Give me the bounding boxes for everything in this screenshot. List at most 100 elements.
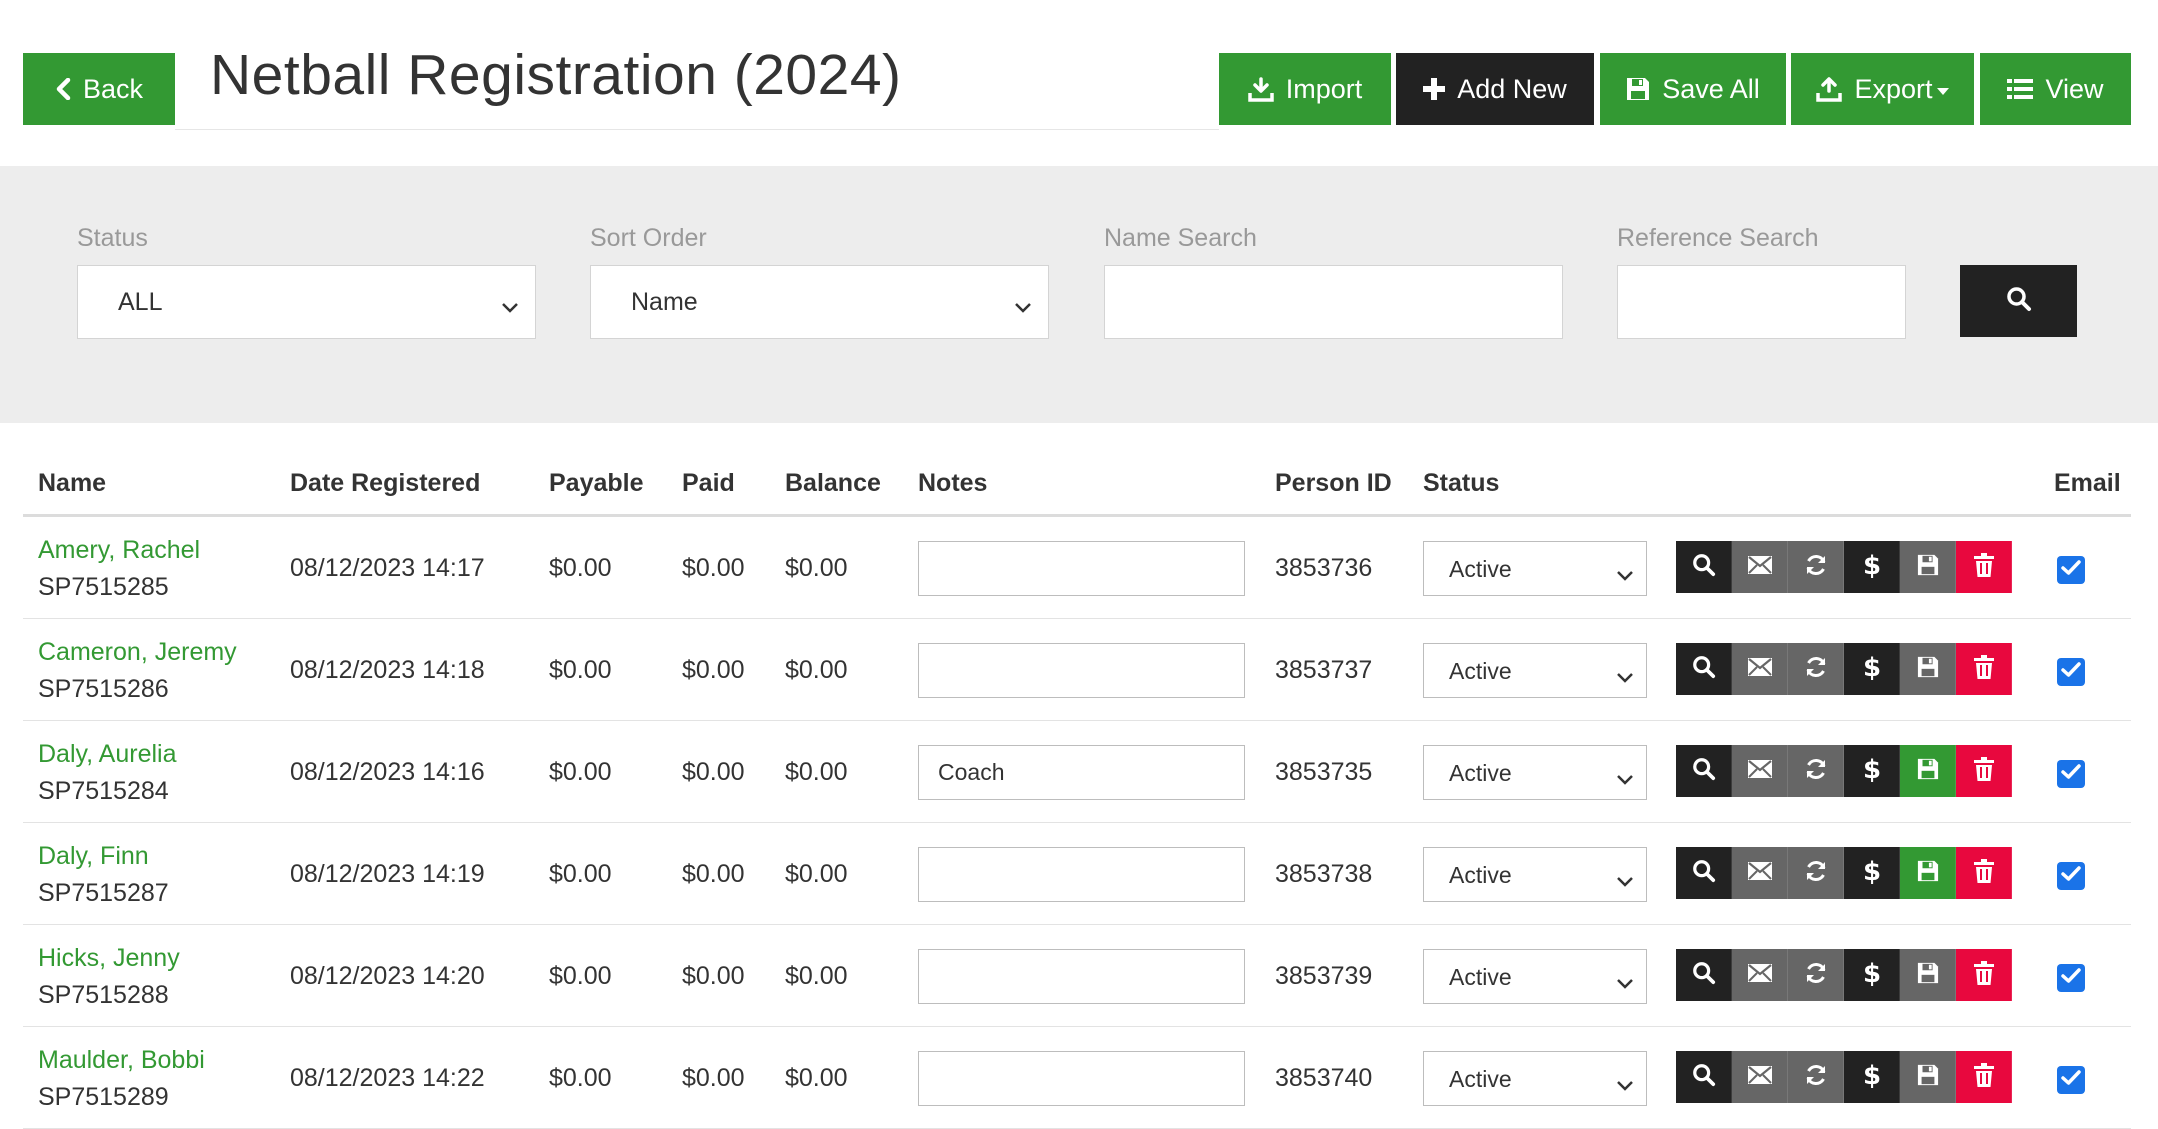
send-email-button[interactable]	[1732, 541, 1788, 593]
chevron-down-icon	[1616, 765, 1634, 792]
status-select[interactable]: Active	[1423, 949, 1647, 1004]
email-checkbox[interactable]	[2057, 760, 2085, 788]
delete-button[interactable]	[1956, 541, 2012, 593]
export-button[interactable]: Export	[1791, 53, 1974, 125]
trash-icon	[1973, 858, 1994, 888]
balance-amount: $0.00	[785, 554, 848, 582]
refresh-button[interactable]	[1788, 541, 1844, 593]
status-select[interactable]: Active	[1423, 541, 1647, 596]
payable-amount: $0.00	[549, 860, 612, 888]
view-details-button[interactable]	[1676, 745, 1732, 797]
name-search-input[interactable]	[1104, 265, 1563, 339]
status-select[interactable]: Active	[1423, 643, 1647, 698]
view-details-button[interactable]	[1676, 847, 1732, 899]
registrant-name-link[interactable]: Daly, Aurelia	[38, 740, 177, 769]
svg-text:$: $	[1863, 959, 1881, 987]
refresh-button[interactable]	[1788, 643, 1844, 695]
notes-input[interactable]	[918, 847, 1245, 902]
search-button[interactable]	[1960, 265, 2077, 337]
table-row: Amery, Rachel SP7515285 08/12/2023 14:17 $0…	[23, 517, 2131, 619]
column-header-person-id[interactable]: Person ID	[1275, 469, 1392, 498]
view-button[interactable]: View	[1980, 53, 2131, 125]
floppy-disk-icon	[1917, 1064, 1939, 1091]
view-details-button[interactable]	[1676, 643, 1732, 695]
column-header-date-registered[interactable]: Date Registered	[290, 469, 480, 498]
delete-button[interactable]	[1956, 1051, 2012, 1103]
delete-button[interactable]	[1956, 847, 2012, 899]
notes-input[interactable]	[918, 949, 1245, 1004]
reference-search-input[interactable]	[1617, 265, 1906, 339]
registrant-name-link[interactable]: Maulder, Bobbi	[38, 1046, 205, 1075]
refresh-button[interactable]	[1788, 847, 1844, 899]
column-header-name[interactable]: Name	[38, 469, 106, 498]
status-filter-select[interactable]: ALL	[77, 265, 536, 339]
email-checkbox[interactable]	[2057, 964, 2085, 992]
table-row: Cameron, Jeremy SP7515286 08/12/2023 14:18…	[23, 619, 2131, 721]
delete-button[interactable]	[1956, 745, 2012, 797]
status-select[interactable]: Active	[1423, 847, 1647, 902]
status-select[interactable]: Active	[1423, 745, 1647, 800]
back-button[interactable]: Back	[23, 53, 175, 125]
refresh-button[interactable]	[1788, 745, 1844, 797]
view-details-button[interactable]	[1676, 541, 1732, 593]
column-header-notes[interactable]: Notes	[918, 469, 987, 498]
notes-input[interactable]	[918, 643, 1245, 698]
payment-button[interactable]: $	[1844, 541, 1900, 593]
payment-button[interactable]: $	[1844, 847, 1900, 899]
save-row-button[interactable]	[1900, 1051, 1956, 1103]
column-header-status[interactable]: Status	[1423, 469, 1499, 498]
notes-input[interactable]	[918, 541, 1245, 596]
status-select-value: Active	[1449, 1066, 1512, 1092]
send-email-button[interactable]	[1732, 745, 1788, 797]
sort-order-select[interactable]: Name	[590, 265, 1049, 339]
envelope-icon	[1747, 861, 1772, 885]
reference-search-label: Reference Search	[1617, 224, 1819, 252]
view-details-button[interactable]	[1676, 949, 1732, 1001]
status-select[interactable]: Active	[1423, 1051, 1647, 1106]
registration-reference: SP7515285	[38, 573, 169, 601]
registrant-name-link[interactable]: Daly, Finn	[38, 842, 149, 871]
notes-input[interactable]: Coach	[918, 745, 1245, 800]
send-email-button[interactable]	[1732, 643, 1788, 695]
balance-amount: $0.00	[785, 962, 848, 990]
refresh-icon	[1804, 553, 1828, 582]
send-email-button[interactable]	[1732, 949, 1788, 1001]
delete-button[interactable]	[1956, 949, 2012, 1001]
floppy-disk-icon	[1917, 962, 1939, 989]
title-divider	[175, 129, 1219, 130]
column-header-email[interactable]: Email	[2054, 469, 2121, 498]
registration-reference: SP7515284	[38, 777, 169, 805]
email-checkbox[interactable]	[2057, 556, 2085, 584]
column-header-payable[interactable]: Payable	[549, 469, 644, 498]
registrant-name-link[interactable]: Hicks, Jenny	[38, 944, 180, 973]
registrant-name-link[interactable]: Amery, Rachel	[38, 536, 200, 565]
column-header-paid[interactable]: Paid	[682, 469, 735, 498]
registrant-name-link[interactable]: Cameron, Jeremy	[38, 638, 237, 667]
person-id: 3853739	[1275, 962, 1373, 990]
send-email-button[interactable]	[1732, 847, 1788, 899]
save-row-button[interactable]	[1900, 643, 1956, 695]
import-button[interactable]: Import	[1219, 53, 1391, 125]
status-select-value: Active	[1449, 658, 1512, 684]
notes-input[interactable]	[918, 1051, 1245, 1106]
email-checkbox[interactable]	[2057, 862, 2085, 890]
save-row-button[interactable]	[1900, 847, 1956, 899]
refresh-button[interactable]	[1788, 949, 1844, 1001]
delete-button[interactable]	[1956, 643, 2012, 695]
email-checkbox[interactable]	[2057, 658, 2085, 686]
save-row-button[interactable]	[1900, 541, 1956, 593]
view-details-button[interactable]	[1676, 1051, 1732, 1103]
payment-button[interactable]: $	[1844, 643, 1900, 695]
payment-button[interactable]: $	[1844, 949, 1900, 1001]
email-checkbox[interactable]	[2057, 1066, 2085, 1094]
column-header-balance[interactable]: Balance	[785, 469, 881, 498]
payment-button[interactable]: $	[1844, 1051, 1900, 1103]
save-all-button[interactable]: Save All	[1600, 53, 1786, 125]
refresh-button[interactable]	[1788, 1051, 1844, 1103]
save-row-button[interactable]	[1900, 949, 1956, 1001]
save-row-button[interactable]	[1900, 745, 1956, 797]
trash-icon	[1973, 960, 1994, 990]
add-new-button[interactable]: Add New	[1396, 53, 1594, 125]
send-email-button[interactable]	[1732, 1051, 1788, 1103]
payment-button[interactable]: $	[1844, 745, 1900, 797]
